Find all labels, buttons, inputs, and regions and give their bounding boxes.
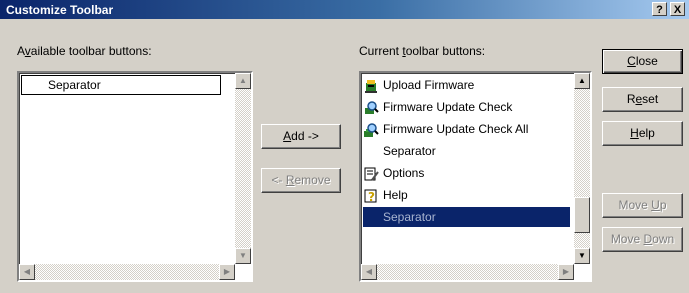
reset-button[interactable]: Reset bbox=[602, 87, 683, 112]
svg-text:?: ? bbox=[368, 190, 375, 204]
list-item-label: Firmware Update Check All bbox=[383, 122, 529, 136]
window-title: Customize Toolbar bbox=[6, 3, 114, 17]
close-button[interactable]: Close bbox=[602, 49, 683, 74]
horizontal-scrollbar[interactable]: ◀ ▶ bbox=[19, 264, 235, 280]
scroll-up-button[interactable]: ▲ bbox=[574, 73, 590, 89]
list-item-label: Help bbox=[383, 188, 408, 202]
scroll-left-button[interactable]: ◀ bbox=[361, 264, 377, 280]
scroll-down-button[interactable]: ▼ bbox=[574, 248, 590, 264]
list-item[interactable]: Separator bbox=[363, 141, 572, 161]
scroll-down-button[interactable]: ▼ bbox=[235, 248, 251, 264]
available-buttons-list[interactable]: Separator ▲ ▼ ◀ ▶ bbox=[17, 71, 253, 282]
scroll-left-button[interactable]: ◀ bbox=[19, 264, 35, 280]
move-up-button[interactable]: Move Up bbox=[602, 193, 683, 218]
available-buttons-label: Available toolbar buttons: bbox=[17, 44, 152, 58]
current-buttons-label: Current toolbar buttons: bbox=[359, 44, 486, 58]
horizontal-scrollbar[interactable]: ◀ ▶ bbox=[361, 264, 574, 280]
list-item-label: Options bbox=[383, 166, 425, 180]
title-bar: Customize Toolbar ? X bbox=[0, 0, 689, 19]
options-icon bbox=[363, 166, 381, 182]
firmware-update-check-all-icon bbox=[363, 122, 381, 138]
list-item-selected[interactable]: Separator bbox=[363, 207, 570, 227]
scroll-right-button[interactable]: ▶ bbox=[219, 264, 235, 280]
help-button[interactable]: Help bbox=[602, 121, 683, 146]
list-item[interactable]: Separator bbox=[21, 75, 221, 95]
help-icon: ? bbox=[363, 188, 381, 204]
list-item[interactable]: Options bbox=[363, 163, 572, 183]
firmware-update-check-icon bbox=[363, 100, 381, 116]
list-item-label: Firmware Update Check bbox=[383, 100, 513, 114]
vertical-scrollbar[interactable]: ▲ ▼ bbox=[235, 73, 251, 264]
remove-button[interactable]: <- Remove bbox=[261, 168, 341, 193]
move-down-button[interactable]: Move Down bbox=[602, 227, 683, 252]
scroll-up-button[interactable]: ▲ bbox=[235, 73, 251, 89]
scroll-right-button[interactable]: ▶ bbox=[558, 264, 574, 280]
title-help-button[interactable]: ? bbox=[652, 2, 667, 16]
list-item[interactable]: Upload Firmware bbox=[363, 75, 572, 95]
add-button[interactable]: Add -> bbox=[261, 124, 341, 149]
list-item[interactable]: Firmware Update Check All bbox=[363, 119, 572, 139]
list-item-label: Upload Firmware bbox=[383, 78, 475, 92]
upload-firmware-icon bbox=[363, 78, 381, 94]
current-buttons-list[interactable]: Upload Firmware Firmware Update Check Fi… bbox=[359, 71, 592, 282]
list-item[interactable]: Firmware Update Check bbox=[363, 97, 572, 117]
vertical-scrollbar[interactable]: ▲ ▼ bbox=[574, 73, 590, 264]
title-close-button[interactable]: X bbox=[670, 2, 685, 16]
list-item[interactable]: ? Help bbox=[363, 185, 572, 205]
scroll-thumb[interactable] bbox=[574, 197, 590, 233]
